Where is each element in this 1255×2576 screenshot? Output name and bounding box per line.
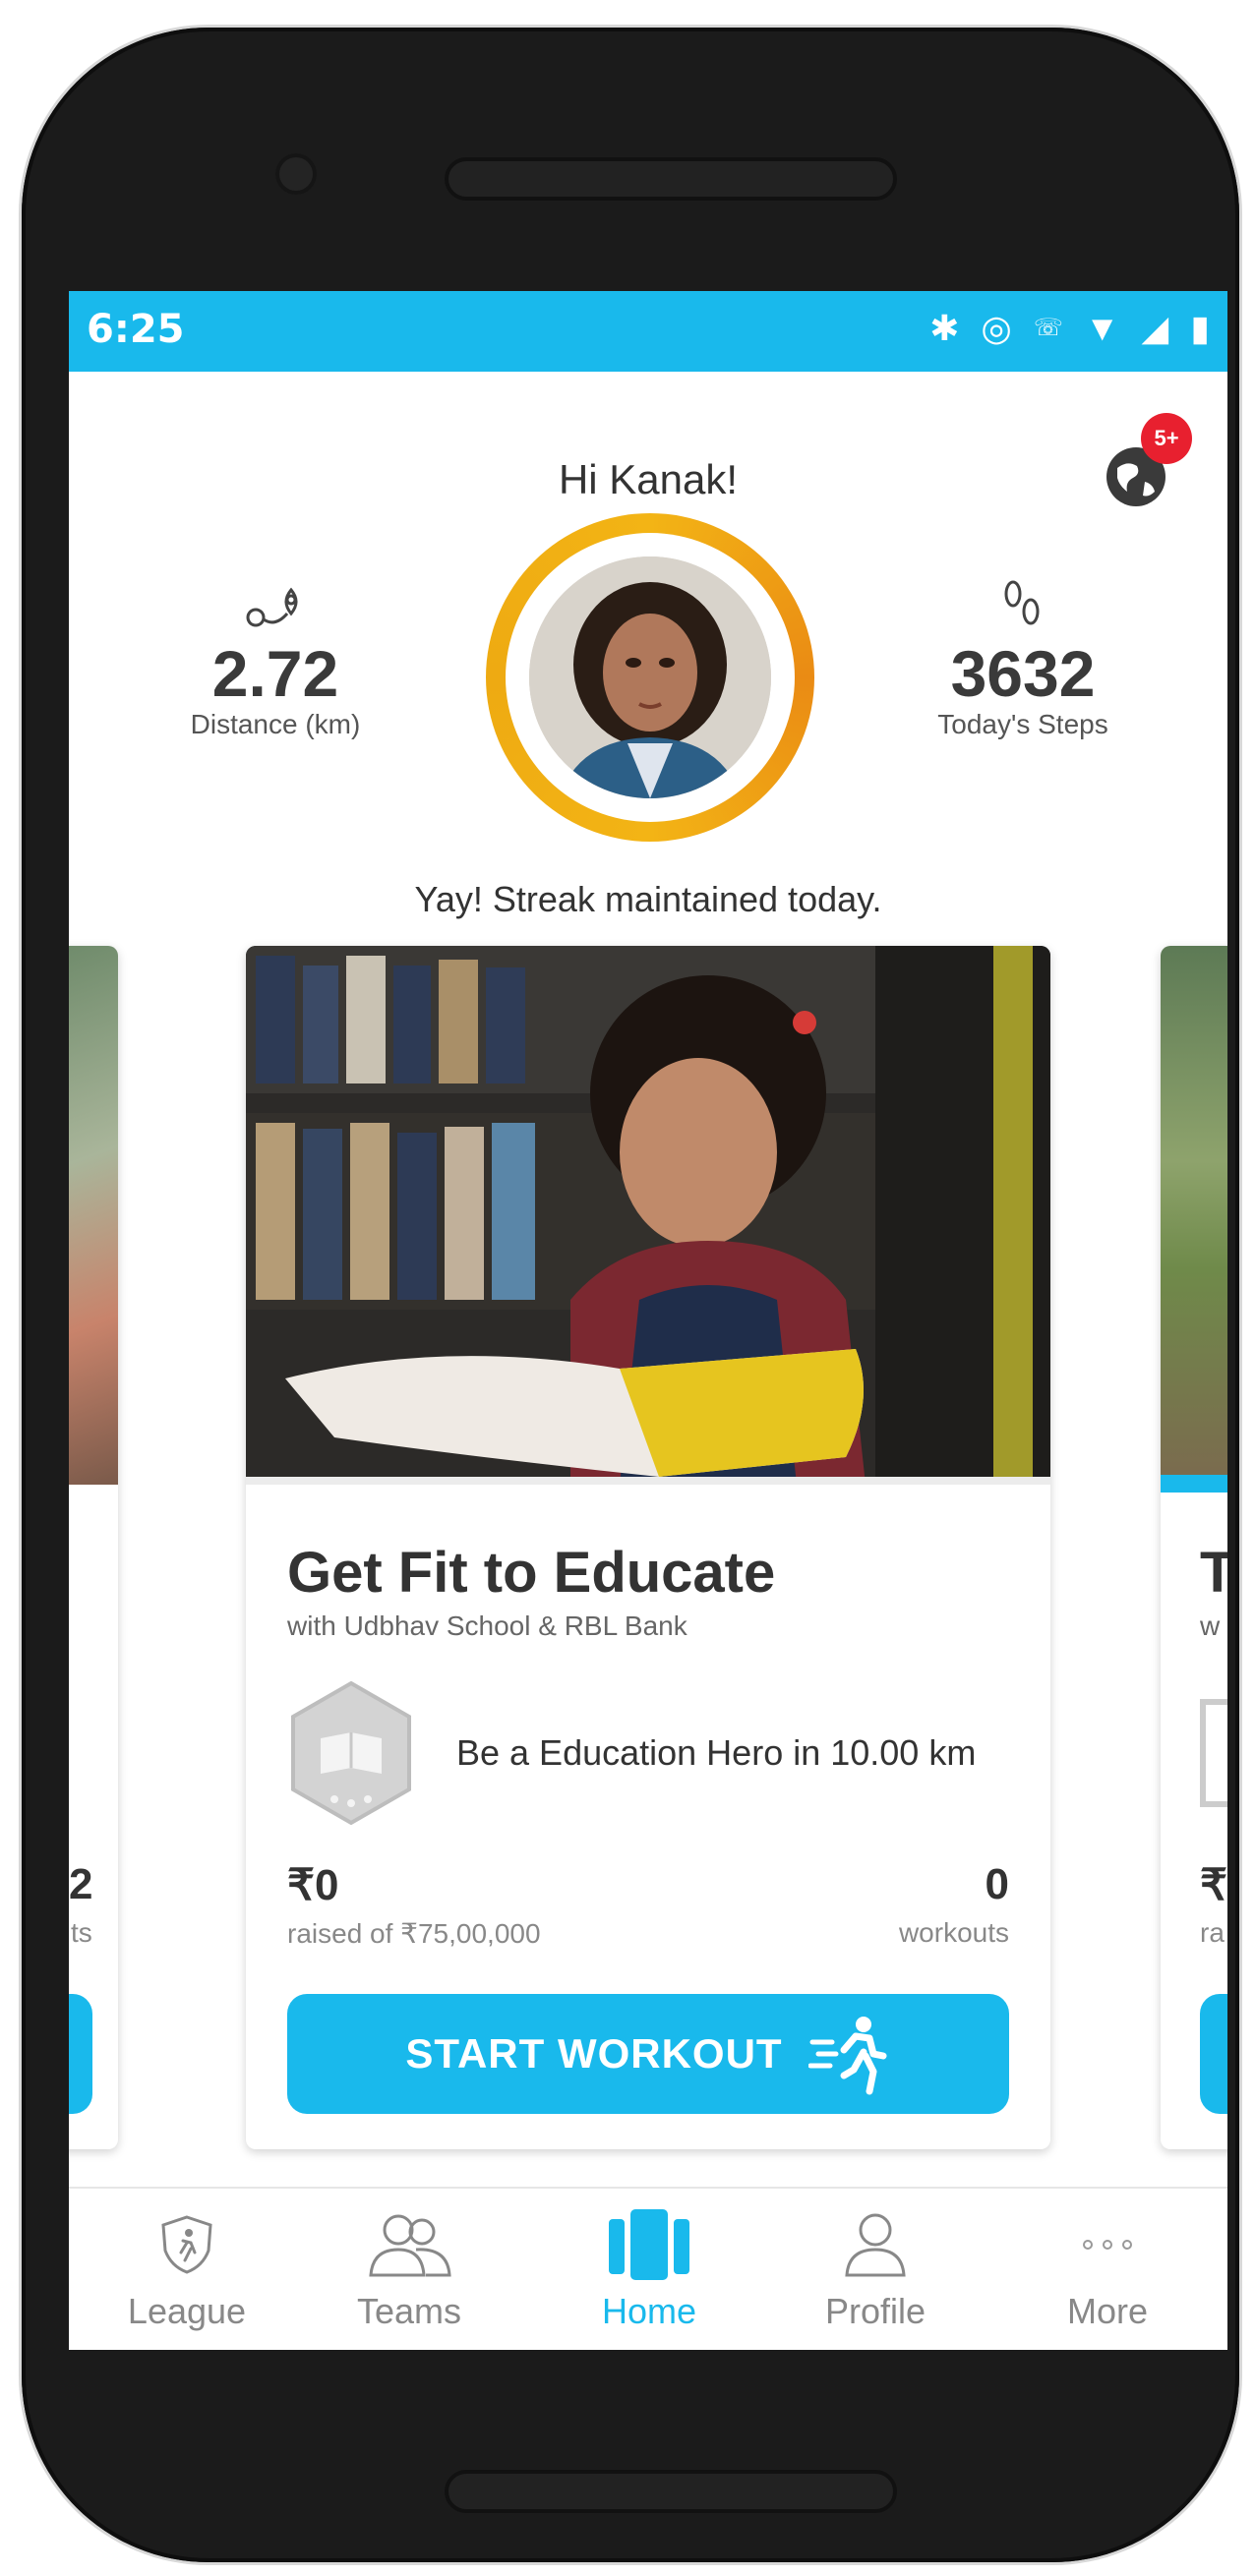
accent-strip: [1161, 1475, 1227, 1493]
steps-value: 3632: [950, 637, 1096, 710]
campaign-card[interactable]: Get Fit to Educate with Udbhav School & …: [246, 946, 1050, 2149]
more-dots-icon: [1083, 2240, 1132, 2250]
avatar-streak-ring[interactable]: [486, 513, 814, 842]
wifi-icon: ▼: [1084, 308, 1120, 348]
status-bar: 6:25 ✱ ◎ ☏ ▼ ◢ ▮: [69, 291, 1227, 372]
nav-label: Teams: [356, 2291, 462, 2331]
start-workout-button[interactable]: START WORKOUT: [287, 1994, 1009, 2114]
avatar: [529, 556, 771, 798]
bottom-speaker: [445, 2470, 897, 2513]
status-icons: ✱ ◎ ☏ ▼ ◢ ▮: [929, 305, 1210, 352]
campaign-title: Get Fit to Educate: [287, 1541, 776, 1605]
notification-badge: 5+: [1141, 413, 1192, 464]
bottom-navigation: League Teams Home Profile More: [69, 2187, 1227, 2350]
campaign-image: [1161, 946, 1227, 1485]
steps-label: Today's Steps: [937, 709, 1108, 739]
workouts-label: ts: [71, 1917, 92, 1948]
teams-icon: [369, 2214, 451, 2277]
nav-teams[interactable]: Teams: [321, 2202, 498, 2332]
route-icon: [246, 587, 298, 627]
campaign-image: [69, 946, 118, 1485]
workouts-count: 0: [985, 1860, 1009, 1908]
start-workout-button[interactable]: [1200, 1994, 1227, 2114]
lte-call-icon: ☏: [1033, 315, 1063, 341]
raised-target: raised of ₹75,00,000: [287, 1918, 541, 1949]
campaign-image: [246, 946, 1050, 1485]
hero-goal-text: Be a Education Hero in 10.00 km: [456, 1732, 977, 1773]
greeting: Hi Kanak!: [558, 456, 739, 502]
status-time: 6:25: [87, 307, 185, 352]
campaign-card-next[interactable]: T w ₹ ra: [1161, 946, 1227, 2149]
nav-label: More: [1066, 2291, 1149, 2331]
nav-label: Profile: [824, 2291, 926, 2331]
front-camera: [275, 153, 317, 195]
start-workout-button[interactable]: [69, 1994, 92, 2114]
streak-message: Yay! Streak maintained today.: [414, 879, 882, 919]
nav-profile[interactable]: Profile: [787, 2202, 964, 2332]
workouts-value: 2: [69, 1860, 93, 1908]
start-workout-label: START WORKOUT: [405, 2030, 783, 2077]
nav-label: League: [127, 2291, 247, 2331]
app-screen: 6:25 ✱ ◎ ☏ ▼ ◢ ▮ Hi Kanak! 5+ 2.72 Dista…: [69, 291, 1227, 2350]
battery-icon: ▮: [1190, 308, 1210, 348]
distance-value: 2.72: [211, 637, 339, 710]
hero-badge-icon: [1200, 1699, 1227, 1807]
campaign-subtitle: w: [1200, 1610, 1221, 1641]
home-cards-icon: [609, 2209, 689, 2280]
distance-label: Distance (km): [190, 709, 361, 739]
raised-amount: ₹0: [287, 1861, 339, 1909]
campaign-card-previous[interactable]: 2 ts: [69, 946, 118, 2149]
location-icon: ◎: [981, 308, 1012, 348]
steps-stat: 3632 Today's Steps: [915, 578, 1131, 740]
league-shield-icon: [161, 2215, 212, 2274]
signal-icon: ◢: [1141, 308, 1169, 348]
workouts-label: workouts: [898, 1917, 1009, 1948]
education-hero-badge-icon: [291, 1680, 411, 1826]
raised-amount: ₹: [1200, 1861, 1227, 1909]
runner-icon: [807, 2017, 887, 2095]
earpiece-speaker: [445, 157, 897, 201]
nav-league[interactable]: League: [98, 2202, 275, 2332]
raised-target: ra: [1200, 1917, 1225, 1948]
campaign-subtitle: with Udbhav School & RBL Bank: [287, 1610, 687, 1641]
profile-icon: [845, 2213, 906, 2277]
distance-stat: 2.72 Distance (km): [177, 578, 374, 740]
nav-home[interactable]: Home: [561, 2202, 738, 2332]
campaign-title: T: [1200, 1541, 1227, 1605]
bluetooth-icon: ✱: [929, 308, 960, 348]
nav-label: Home: [601, 2291, 697, 2331]
nav-more[interactable]: More: [1019, 2202, 1196, 2332]
footsteps-icon: [1004, 580, 1040, 625]
